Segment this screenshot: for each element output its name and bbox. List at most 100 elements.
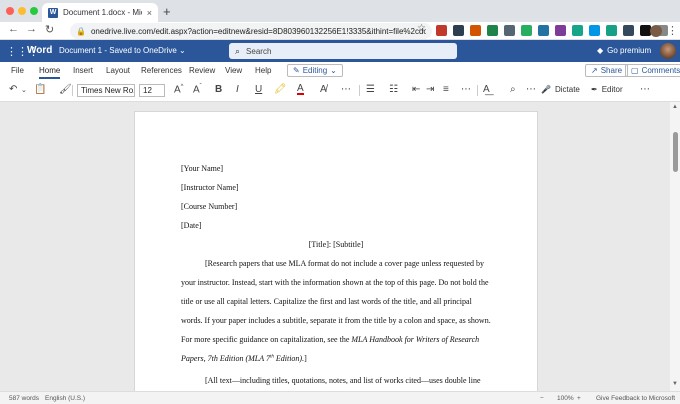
- pencil-icon: ✎: [293, 66, 300, 75]
- clear-format-icon[interactable]: A̸: [320, 84, 327, 95]
- user-avatar[interactable]: [660, 43, 676, 59]
- reload-button[interactable]: ↻: [45, 23, 54, 36]
- extension-icon[interactable]: [470, 25, 481, 36]
- format-painter-icon[interactable]: 🖌: [59, 84, 72, 95]
- header-line-instructor: [Instructor Name]: [181, 183, 239, 192]
- status-bar: 587 words English (U.S.) − 100% + Give F…: [0, 391, 680, 404]
- font-name-select[interactable]: Times New Ro...: [77, 84, 135, 97]
- document-title[interactable]: Document 1 - Saved to OneDrive ⌄: [59, 46, 186, 55]
- extension-icon[interactable]: [521, 25, 532, 36]
- extension-icon[interactable]: [623, 25, 634, 36]
- browser-menu-icon[interactable]: ⋮: [667, 24, 678, 37]
- italic-citation: MLA Handbook for Writers of Research: [351, 335, 480, 344]
- url-text: onedrive.live.com/edit.aspx?action=editn…: [90, 26, 426, 36]
- find-icon[interactable]: ⌕: [510, 84, 516, 95]
- search-icon: ⌕: [235, 45, 241, 56]
- close-window-button[interactable]: [6, 7, 14, 15]
- tab-references[interactable]: References: [141, 66, 182, 75]
- more-toolbar-button[interactable]: ⋯: [640, 84, 650, 95]
- back-button[interactable]: ←: [8, 23, 19, 35]
- paragraph-line: [All text—including titles, quotations, …: [205, 376, 481, 385]
- paragraph-line: Papers, 7th Edition (MLA 7th Edition).]: [181, 354, 307, 363]
- highlight-color-icon[interactable]: 🖍: [274, 84, 287, 95]
- extension-icon[interactable]: [555, 25, 566, 36]
- underline-button[interactable]: U: [255, 84, 262, 95]
- minimize-window-button[interactable]: [18, 7, 26, 15]
- font-color-icon[interactable]: A: [297, 84, 304, 95]
- tab-file[interactable]: File: [11, 66, 24, 75]
- font-size-select[interactable]: 12: [139, 84, 165, 97]
- scroll-down-icon[interactable]: ▼: [672, 381, 678, 387]
- editor-button[interactable]: ✒ Editor: [591, 85, 623, 94]
- browser-tab[interactable]: W Document 1.docx - Microsoft Word ×: [42, 3, 158, 22]
- chevron-down-icon: ⌄: [330, 66, 337, 75]
- comments-button[interactable]: ▢ Comments: [625, 64, 680, 77]
- extension-icon[interactable]: [453, 25, 464, 36]
- tab-home[interactable]: Home: [39, 66, 61, 79]
- more-editing-options-button[interactable]: ⋯: [526, 84, 536, 95]
- editing-mode-button[interactable]: ✎ Editing ⌄: [287, 64, 343, 77]
- chevron-down-icon[interactable]: ⌄: [21, 86, 27, 94]
- scroll-up-icon[interactable]: ▲: [672, 104, 678, 110]
- italic-citation: Edition).: [273, 354, 305, 363]
- clipboard-icon[interactable]: 📋: [34, 84, 46, 95]
- share-button[interactable]: ↗ Share: [585, 64, 629, 77]
- extension-icon[interactable]: [606, 25, 617, 36]
- go-premium-button[interactable]: ◆ Go premium: [597, 46, 651, 55]
- numbering-icon[interactable]: ☷: [389, 84, 398, 95]
- lock-icon: 🔒: [76, 26, 86, 36]
- paragraph-line: For more specific guidance on capitaliza…: [181, 335, 479, 344]
- dictate-button[interactable]: 🎤 Dictate: [541, 85, 580, 94]
- undo-icon[interactable]: ↶: [9, 84, 17, 95]
- comment-icon: ▢: [631, 66, 639, 75]
- tab-view[interactable]: View: [225, 66, 242, 75]
- decrease-indent-icon[interactable]: ⇤: [412, 84, 420, 95]
- bold-button[interactable]: B: [215, 84, 222, 95]
- profile-avatar[interactable]: [650, 25, 662, 37]
- dictate-label: Dictate: [554, 85, 580, 94]
- extension-icon[interactable]: [572, 25, 583, 36]
- share-icon: ↗: [591, 66, 598, 75]
- scrollbar-thumb[interactable]: [673, 132, 678, 172]
- zoom-level[interactable]: 100%: [557, 395, 574, 402]
- more-paragraph-options-button[interactable]: ⋯: [461, 84, 471, 95]
- maximize-window-button[interactable]: [30, 7, 38, 15]
- paragraph-line: your instructor. Instead, start with the…: [181, 278, 489, 287]
- shrink-font-icon[interactable]: Aˇ: [193, 84, 202, 95]
- extension-icon[interactable]: [487, 25, 498, 36]
- tab-insert[interactable]: Insert: [73, 66, 93, 75]
- editor-label: Editor: [601, 85, 623, 94]
- tab-close-icon[interactable]: ×: [147, 8, 152, 18]
- document-page[interactable]: [Your Name] [Instructor Name] [Course Nu…: [134, 111, 538, 391]
- tab-layout[interactable]: Layout: [106, 66, 130, 75]
- tab-review[interactable]: Review: [189, 66, 215, 75]
- zoom-out-button[interactable]: −: [540, 395, 544, 402]
- extension-icon[interactable]: [436, 25, 447, 36]
- bullets-icon[interactable]: ☰: [366, 84, 375, 95]
- app-name[interactable]: Word: [27, 45, 52, 56]
- extension-icon[interactable]: [589, 25, 600, 36]
- grow-font-icon[interactable]: A^: [174, 84, 184, 95]
- forward-button[interactable]: →: [26, 23, 37, 35]
- feedback-link[interactable]: Give Feedback to Microsoft: [596, 395, 675, 402]
- paragraph-text: For more specific guidance on capitaliza…: [181, 335, 352, 344]
- bookmark-star-icon[interactable]: ☆: [417, 23, 426, 34]
- word-count[interactable]: 587 words: [9, 395, 39, 402]
- more-font-options-button[interactable]: ⋯: [341, 84, 351, 95]
- new-tab-button[interactable]: +: [163, 4, 171, 19]
- increase-indent-icon[interactable]: ⇥: [426, 84, 434, 95]
- office-header: ⋮⋮⋮ Word Document 1 - Saved to OneDrive …: [0, 40, 680, 62]
- url-field[interactable]: 🔒 onedrive.live.com/edit.aspx?action=edi…: [70, 23, 432, 39]
- word-icon: W: [48, 7, 58, 18]
- extension-icon[interactable]: [504, 25, 515, 36]
- extension-icon[interactable]: [538, 25, 549, 36]
- tab-help[interactable]: Help: [255, 66, 271, 75]
- language-status[interactable]: English (U.S.): [45, 395, 85, 402]
- italic-button[interactable]: I: [236, 84, 239, 95]
- align-icon[interactable]: ≡: [443, 84, 449, 95]
- zoom-in-button[interactable]: +: [577, 395, 581, 402]
- search-placeholder: Search: [246, 46, 272, 56]
- toolbar-separator: [359, 85, 360, 96]
- styles-icon[interactable]: A͟: [483, 84, 490, 95]
- search-input[interactable]: ⌕ Search: [229, 43, 457, 59]
